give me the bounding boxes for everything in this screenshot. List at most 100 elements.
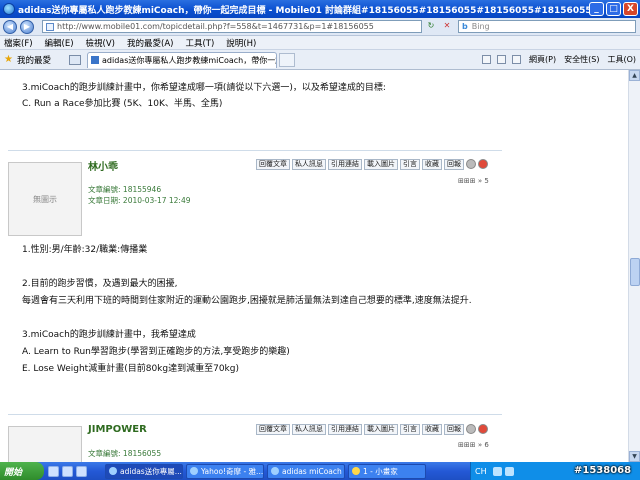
paint-icon: [352, 467, 360, 475]
feeds-icon[interactable]: [497, 55, 507, 64]
taskbar-item[interactable]: Yahoo!奇摩 - 雅...: [186, 463, 264, 479]
menu-favorites[interactable]: 我的最愛(A): [127, 37, 173, 49]
report-button[interactable]: 回報: [444, 424, 464, 435]
taskbar-item[interactable]: 1 - 小畫家: [348, 463, 426, 479]
page-icon: [46, 22, 54, 31]
url-input[interactable]: http://www.mobile01.com/topicdetail.php?…: [42, 20, 422, 33]
tab-title: adidas送你專屬私人跑步教練miCoach，帶你一起...: [102, 55, 278, 65]
watermark: #1538068: [574, 465, 632, 476]
quote-button[interactable]: 引言: [400, 424, 420, 435]
delete-icon[interactable]: [478, 159, 488, 169]
bookmark-button[interactable]: 收藏: [422, 424, 442, 435]
bookmark-button[interactable]: 收藏: [422, 159, 442, 170]
bing-icon: b: [462, 22, 468, 31]
forward-button[interactable]: ▶: [20, 19, 34, 34]
new-tab-button[interactable]: [279, 52, 296, 67]
post-divider: [8, 150, 502, 151]
scroll-down-icon[interactable]: ▼: [629, 451, 640, 462]
scroll-up-icon[interactable]: ▲: [629, 70, 640, 81]
close-button[interactable]: X: [623, 2, 638, 16]
menu-edit[interactable]: 編輯(E): [45, 37, 74, 49]
quote-link-button[interactable]: 引用連結: [328, 159, 362, 170]
media-icon[interactable]: [76, 465, 87, 477]
refresh-button[interactable]: ↻: [424, 20, 438, 33]
post-body-line: 1.性別:男/年齡:32/職業:傳播業: [22, 245, 148, 255]
star-icon[interactable]: ★: [4, 54, 14, 65]
post-id-value: 18156055: [122, 449, 162, 458]
start-button[interactable]: 開始: [0, 462, 44, 480]
reply-button[interactable]: 回覆文章: [256, 159, 290, 170]
tray-icon[interactable]: [504, 466, 514, 476]
post-id-value: 18155946: [122, 185, 162, 194]
tab-page-icon: [91, 56, 100, 64]
message-button[interactable]: 私人訊息: [292, 159, 326, 170]
quick-tabs-icon[interactable]: [69, 54, 82, 65]
print-icon[interactable]: [512, 55, 522, 64]
quick-launch: [48, 465, 102, 477]
ie-icon: [190, 467, 198, 475]
post-date-value: 2010-03-17 12:49: [122, 196, 191, 205]
menu-tools[interactable]: 工具(T): [185, 37, 214, 49]
answer-line: C. Run a Race參加比賽 (5K、10K、半馬、全馬): [22, 99, 223, 109]
report-button[interactable]: 回報: [444, 159, 464, 170]
page-menu[interactable]: 網頁(P): [529, 54, 556, 65]
taskbar-item[interactable]: adidas送你專屬...: [105, 463, 183, 479]
load-images-button[interactable]: 載入圖片: [364, 159, 398, 170]
post-id: 文章編號: 18155946: [88, 184, 161, 195]
question-line: 3.miCoach的跑步訓練計畫中，你希望達成哪一項(請從以下六選一)，以及希望…: [22, 83, 386, 93]
taskbar-item-label: adidas miCoach -...: [282, 466, 344, 476]
tray-icon[interactable]: [492, 466, 502, 476]
post-actions: 回覆文章 私人訊息 引用連結 載入圖片 引言 收藏 回報: [254, 159, 488, 170]
favorites-label[interactable]: 我的最愛: [17, 54, 51, 66]
taskbar-item-label: 1 - 小畫家: [363, 466, 398, 476]
post-author[interactable]: 林小乖: [88, 158, 118, 173]
tools-menu[interactable]: 工具(O): [607, 54, 636, 65]
tab-current[interactable]: adidas送你專屬私人跑步教練miCoach，帶你一起...: [87, 51, 278, 68]
search-engine-label: Bing: [471, 22, 490, 31]
home-icon[interactable]: [482, 55, 492, 64]
taskbar: 開始 adidas送你專屬... Yahoo!奇摩 - 雅... adidas …: [0, 462, 640, 480]
load-images-button[interactable]: 載入圖片: [364, 424, 398, 435]
ie-icon: [109, 467, 117, 475]
post-body-line: 2.目前的跑步習慣，及遇到最大的困擾,: [22, 279, 178, 289]
ie-icon: [3, 3, 15, 15]
settings-icon[interactable]: [466, 159, 476, 169]
settings-icon[interactable]: [466, 424, 476, 434]
avatar-placeholder: 無圖示: [33, 194, 57, 204]
ie-quicklaunch-icon[interactable]: [62, 465, 73, 477]
menu-help[interactable]: 說明(H): [226, 37, 256, 49]
post-body-line: 每週會有三天利用下班的時間到住家附近的運動公園跑步,困擾就是肺活量無法到達自己想…: [22, 296, 472, 306]
quote-link-button[interactable]: 引用連結: [328, 424, 362, 435]
quote-button[interactable]: 引言: [400, 159, 420, 170]
menu-file[interactable]: 檔案(F): [4, 37, 33, 49]
search-input[interactable]: b Bing: [458, 20, 636, 33]
vertical-scrollbar[interactable]: ▲ ▼: [628, 70, 640, 462]
favorites-bar: ★ 我的最愛 adidas送你專屬私人跑步教練miCoach，帶你一起... 網…: [0, 50, 640, 70]
back-button[interactable]: ◀: [3, 19, 17, 34]
page-content: 3.miCoach的跑步訓練計畫中，你希望達成哪一項(請從以下六選一)，以及希望…: [0, 70, 628, 462]
stop-button[interactable]: ✕: [440, 20, 454, 33]
avatar: 無圖示: [8, 162, 82, 236]
safety-menu[interactable]: 安全性(S): [564, 54, 599, 65]
ie-icon: [271, 467, 279, 475]
post-author[interactable]: JIMPOWER: [88, 424, 147, 435]
post-id: 文章編號: 18156055: [88, 448, 161, 459]
post-body-line: A. Learn to Run學習跑步(學習到正確跑步的方法,享受跑步的樂趣): [22, 347, 290, 357]
reply-button[interactable]: 回覆文章: [256, 424, 290, 435]
message-button[interactable]: 私人訊息: [292, 424, 326, 435]
post-body-line: 3.miCoach的跑步訓練計畫中，我希望達成: [22, 330, 196, 340]
post-body-line: E. Lose Weight減重計畫(目前80kg達到減重至70kg): [22, 364, 239, 374]
language-indicator[interactable]: CH: [475, 467, 487, 476]
post-date: 文章日期: 2010-03-17 12:49: [88, 195, 191, 206]
window-title: adidas送你專屬私人跑步教練miCoach，帶你一起完成目標 - Mobil…: [18, 5, 589, 16]
post-pager[interactable]: ⊞⊞⊞ » 5: [458, 177, 489, 185]
taskbar-item[interactable]: adidas miCoach -...: [267, 463, 345, 479]
post-pager[interactable]: ⊞⊞⊞ » 6: [458, 441, 489, 449]
menu-view[interactable]: 檢視(V): [86, 37, 115, 49]
maximize-button[interactable]: □: [606, 2, 621, 16]
show-desktop-icon[interactable]: [48, 465, 59, 477]
post-id-label: 文章編號:: [88, 185, 121, 194]
minimize-button[interactable]: _: [589, 2, 604, 16]
delete-icon[interactable]: [478, 424, 488, 434]
scroll-thumb[interactable]: [630, 258, 640, 286]
